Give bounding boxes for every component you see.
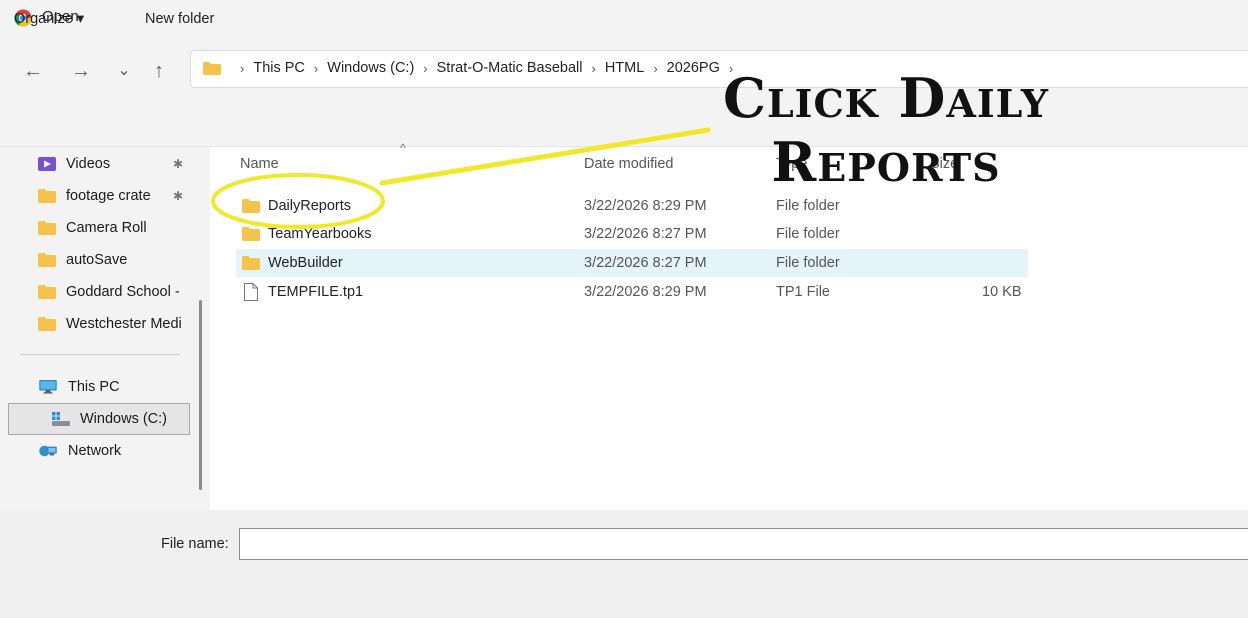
file-name: TeamYearbooks: [268, 226, 372, 242]
file-name: DailyReports: [268, 198, 351, 214]
table-row[interactable]: TEMPFILE.tp1 3/22/2026 8:29 PM TP1 File …: [236, 278, 1028, 306]
breadcrumb-separator: ›: [591, 60, 596, 76]
file-type: File folder: [776, 226, 840, 242]
sidebar-item-footage-crate[interactable]: footage crate ✱: [38, 181, 198, 211]
organize-button[interactable]: Organize ▾: [14, 11, 84, 27]
file-size: 10 KB: [982, 284, 1022, 300]
sidebar-item-label: Camera Roll: [66, 220, 147, 236]
file-name-input[interactable]: [239, 528, 1248, 560]
sidebar-item-this-pc[interactable]: This PC: [38, 372, 198, 402]
breadcrumb-windows-c[interactable]: Windows (C:): [327, 60, 414, 76]
pin-icon: ✱: [173, 189, 184, 203]
sidebar-item-windows-c-label[interactable]: Windows (C:): [52, 404, 212, 434]
annotation-label: Click Daily Reports: [722, 66, 1050, 194]
folder-icon: [242, 199, 260, 213]
sidebar-item-label: Network: [68, 443, 122, 459]
file-name-label: File name:: [161, 536, 229, 552]
folder-icon: [38, 253, 56, 267]
breadcrumb-separator: ›: [313, 60, 319, 76]
file-date: 3/22/2026 8:29 PM: [584, 284, 707, 300]
sidebar-item-videos[interactable]: Videos ✱: [38, 149, 198, 179]
folder-icon: [242, 256, 260, 270]
folder-icon: [38, 189, 56, 203]
folder-icon: [38, 285, 56, 299]
recent-locations-button[interactable]: ⌄: [111, 58, 137, 84]
sidebar-item-label: This PC: [68, 379, 120, 395]
breadcrumb-strat-o-matic[interactable]: Strat-O-Matic Baseball: [437, 60, 583, 76]
forward-button[interactable]: →: [68, 58, 94, 84]
sidebar-item-label: footage crate: [66, 188, 151, 204]
table-row[interactable]: DailyReports 3/22/2026 8:29 PM File fold…: [236, 192, 1028, 220]
breadcrumb-html[interactable]: HTML: [605, 60, 644, 76]
up-button[interactable]: ↑: [146, 58, 172, 84]
sidebar-item-autosave[interactable]: autoSave: [38, 245, 198, 275]
file-type: File folder: [776, 198, 840, 214]
breadcrumb-separator: ›: [423, 60, 428, 76]
file-type: TP1 File: [776, 284, 830, 300]
breadcrumb-this-pc[interactable]: This PC: [253, 60, 305, 76]
file-type: File folder: [776, 255, 840, 271]
table-row[interactable]: TeamYearbooks 3/22/2026 8:27 PM File fol…: [236, 220, 1028, 248]
sidebar-item-camera-roll[interactable]: Camera Roll: [38, 213, 198, 243]
pin-icon: ✱: [173, 157, 184, 171]
file-icon: [244, 283, 258, 301]
sidebar-item-westchester[interactable]: Westchester Medi: [38, 309, 198, 339]
breadcrumb: › This PC › Windows (C:) › Strat-O-Matic…: [203, 60, 742, 76]
folder-icon: [38, 221, 56, 235]
monitor-icon: [39, 380, 57, 394]
sidebar-item-label: Windows (C:): [80, 411, 168, 427]
new-folder-button[interactable]: New folder: [145, 11, 214, 27]
file-date: 3/22/2026 8:29 PM: [584, 198, 707, 214]
breadcrumb-separator: ›: [240, 60, 245, 76]
table-row[interactable]: WebBuilder 3/22/2026 8:27 PM File folder: [236, 249, 1028, 277]
column-header-date[interactable]: Date modified: [584, 156, 673, 172]
file-date: 3/22/2026 8:27 PM: [584, 226, 707, 242]
drive-icon: [52, 412, 70, 426]
sidebar-scrollbar[interactable]: [199, 300, 202, 490]
column-header-name[interactable]: Name: [240, 156, 279, 172]
folder-icon: [38, 317, 56, 331]
file-name: WebBuilder: [268, 255, 343, 271]
sidebar-item-label: Goddard School -: [66, 284, 180, 300]
folder-icon: [242, 227, 260, 241]
sidebar-item-goddard-school[interactable]: Goddard School -: [38, 277, 198, 307]
videos-icon: [38, 157, 56, 171]
sidebar-item-label: autoSave: [66, 252, 128, 268]
sort-ascending-icon: ^: [400, 141, 406, 155]
sidebar-item-network[interactable]: Network: [38, 436, 198, 466]
folder-icon: [203, 61, 221, 75]
back-button[interactable]: ←: [20, 58, 46, 84]
file-date: 3/22/2026 8:27 PM: [584, 255, 707, 271]
bottom-bar: [0, 510, 1248, 618]
divider: [20, 354, 180, 355]
sidebar-item-label: Videos: [66, 156, 111, 172]
sidebar-item-label: Westchester Medi: [66, 316, 182, 332]
breadcrumb-separator: ›: [653, 60, 658, 76]
file-name: TEMPFILE.tp1: [268, 284, 364, 300]
network-icon: [39, 445, 57, 457]
